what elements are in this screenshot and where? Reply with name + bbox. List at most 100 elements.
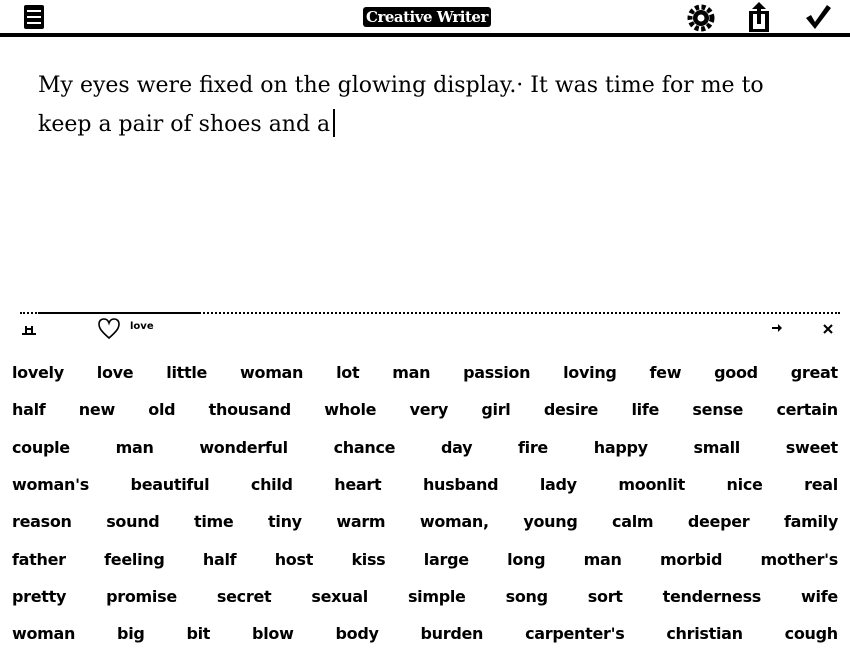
word-suggestion[interactable]: love: [97, 363, 134, 382]
word-suggestion[interactable]: simple: [408, 587, 466, 606]
word-suggestion[interactable]: deeper: [688, 512, 750, 531]
word-suggestion[interactable]: few: [649, 363, 681, 382]
word-suggestion[interactable]: kiss: [351, 550, 385, 569]
word-suggestion[interactable]: warm: [336, 512, 385, 531]
word-suggestion[interactable]: burden: [421, 624, 484, 643]
word-suggestion[interactable]: big: [117, 624, 145, 643]
word-suggestion[interactable]: secret: [217, 587, 272, 606]
word-suggestion[interactable]: sexual: [311, 587, 368, 606]
word-suggestion[interactable]: time: [194, 512, 234, 531]
word-row: woman big bit blow body burden carpenter's chri…: [12, 615, 838, 652]
word-suggestion[interactable]: lovely: [12, 363, 64, 382]
word-suggestion[interactable]: man: [584, 550, 622, 569]
word-suggestion[interactable]: life: [631, 400, 659, 419]
word-suggestion[interactable]: fire: [518, 438, 548, 457]
word-suggestion[interactable]: real: [804, 475, 838, 494]
word-suggestion[interactable]: long: [507, 550, 545, 569]
word-suggestion-grid: lovely love little woman lot man passion loving…: [12, 354, 838, 652]
word-suggestion[interactable]: body: [335, 624, 378, 643]
word-suggestion[interactable]: lot: [336, 363, 360, 382]
word-suggestion[interactable]: woman,: [420, 512, 489, 531]
word-suggestion[interactable]: thousand: [209, 400, 291, 419]
word-suggestion[interactable]: calm: [612, 512, 654, 531]
word-suggestion[interactable]: christian: [666, 624, 743, 643]
word-suggestion[interactable]: very: [410, 400, 449, 419]
editor-text: My eyes were fixed on the glowing displa…: [38, 73, 764, 137]
word-suggestion[interactable]: tenderness: [663, 587, 762, 606]
word-suggestion[interactable]: carpenter's: [525, 624, 625, 643]
word-suggestion[interactable]: half: [12, 400, 46, 419]
swap-icon[interactable]: [768, 320, 788, 338]
word-row: woman's beautiful child heart husband lady moo…: [12, 466, 838, 503]
word-suggestion[interactable]: husband: [423, 475, 499, 494]
word-suggestion[interactable]: certain: [776, 400, 838, 419]
word-suggestion[interactable]: small: [694, 438, 741, 457]
heart-icon[interactable]: [96, 318, 122, 340]
close-icon[interactable]: [820, 320, 836, 338]
word-suggestion[interactable]: child: [251, 475, 293, 494]
word-suggestion[interactable]: little: [166, 363, 207, 382]
word-suggestion[interactable]: tiny: [268, 512, 302, 531]
favorite-word-label[interactable]: love: [130, 321, 154, 332]
settings-gear-icon[interactable]: [686, 4, 716, 32]
word-suggestion[interactable]: wife: [801, 587, 838, 606]
word-suggestion[interactable]: chance: [334, 438, 396, 457]
word-suggestion[interactable]: beautiful: [131, 475, 210, 494]
word-suggestion[interactable]: great: [791, 363, 838, 382]
word-suggestion[interactable]: reason: [12, 512, 72, 531]
word-suggestion[interactable]: whole: [324, 400, 376, 419]
word-suggestion[interactable]: sound: [106, 512, 160, 531]
word-suggestion[interactable]: woman: [12, 624, 75, 643]
word-suggestion[interactable]: sense: [692, 400, 743, 419]
word-suggestion[interactable]: morbid: [660, 550, 722, 569]
word-suggestion[interactable]: host: [275, 550, 314, 569]
word-suggestion[interactable]: loving: [563, 363, 617, 382]
word-suggestion[interactable]: promise: [106, 587, 177, 606]
word-suggestion[interactable]: sort: [588, 587, 623, 606]
word-suggestion[interactable]: moonlit: [618, 475, 685, 494]
word-suggestion[interactable]: man: [392, 363, 430, 382]
word-suggestion[interactable]: half: [203, 550, 237, 569]
word-suggestion[interactable]: desire: [544, 400, 599, 419]
word-suggestion[interactable]: large: [424, 550, 469, 569]
word-suggestion[interactable]: old: [148, 400, 175, 419]
word-suggestion[interactable]: family: [784, 512, 838, 531]
scroll-indicator: [38, 312, 200, 314]
text-editor[interactable]: My eyes were fixed on the glowing displa…: [38, 66, 818, 144]
word-suggestion[interactable]: pretty: [12, 587, 66, 606]
app-title: Creative Writer: [363, 7, 491, 27]
word-suggestion[interactable]: woman: [240, 363, 303, 382]
word-suggestion[interactable]: father: [12, 550, 66, 569]
word-suggestion[interactable]: young: [523, 512, 577, 531]
word-suggestion[interactable]: sweet: [786, 438, 838, 457]
word-suggestion[interactable]: good: [714, 363, 758, 382]
word-suggestion[interactable]: girl: [481, 400, 510, 419]
hierarchy-icon[interactable]: [20, 320, 38, 338]
text-cursor: [333, 109, 336, 137]
word-suggestion[interactable]: lady: [540, 475, 577, 494]
word-suggestion[interactable]: cough: [785, 624, 839, 643]
word-suggestion[interactable]: man: [116, 438, 154, 457]
word-suggestion[interactable]: feeling: [104, 550, 165, 569]
word-row: couple man wonderful chance day fire happy smal…: [12, 429, 838, 466]
word-suggestion[interactable]: happy: [594, 438, 648, 457]
word-suggestion[interactable]: bit: [186, 624, 210, 643]
word-row: father feeling half host kiss large long man mor…: [12, 540, 838, 577]
word-suggestion[interactable]: passion: [463, 363, 530, 382]
top-bar: Creative Writer: [0, 0, 850, 37]
word-suggestion[interactable]: mother's: [761, 550, 839, 569]
checkmark-icon[interactable]: [803, 3, 833, 31]
word-suggestion[interactable]: blow: [252, 624, 294, 643]
menu-icon[interactable]: [20, 4, 48, 30]
word-suggestion[interactable]: new: [79, 400, 115, 419]
word-suggestion[interactable]: nice: [727, 475, 763, 494]
word-suggestion[interactable]: heart: [334, 475, 381, 494]
word-suggestion[interactable]: couple: [12, 438, 70, 457]
word-row: reason sound time tiny warm woman, young calm de…: [12, 503, 838, 540]
word-suggestion[interactable]: song: [506, 587, 548, 606]
word-suggestion[interactable]: woman's: [12, 475, 89, 494]
word-suggestion[interactable]: wonderful: [199, 438, 288, 457]
word-row: lovely love little woman lot man passion loving…: [12, 354, 838, 391]
word-suggestion[interactable]: day: [441, 438, 473, 457]
share-icon[interactable]: [745, 0, 773, 33]
